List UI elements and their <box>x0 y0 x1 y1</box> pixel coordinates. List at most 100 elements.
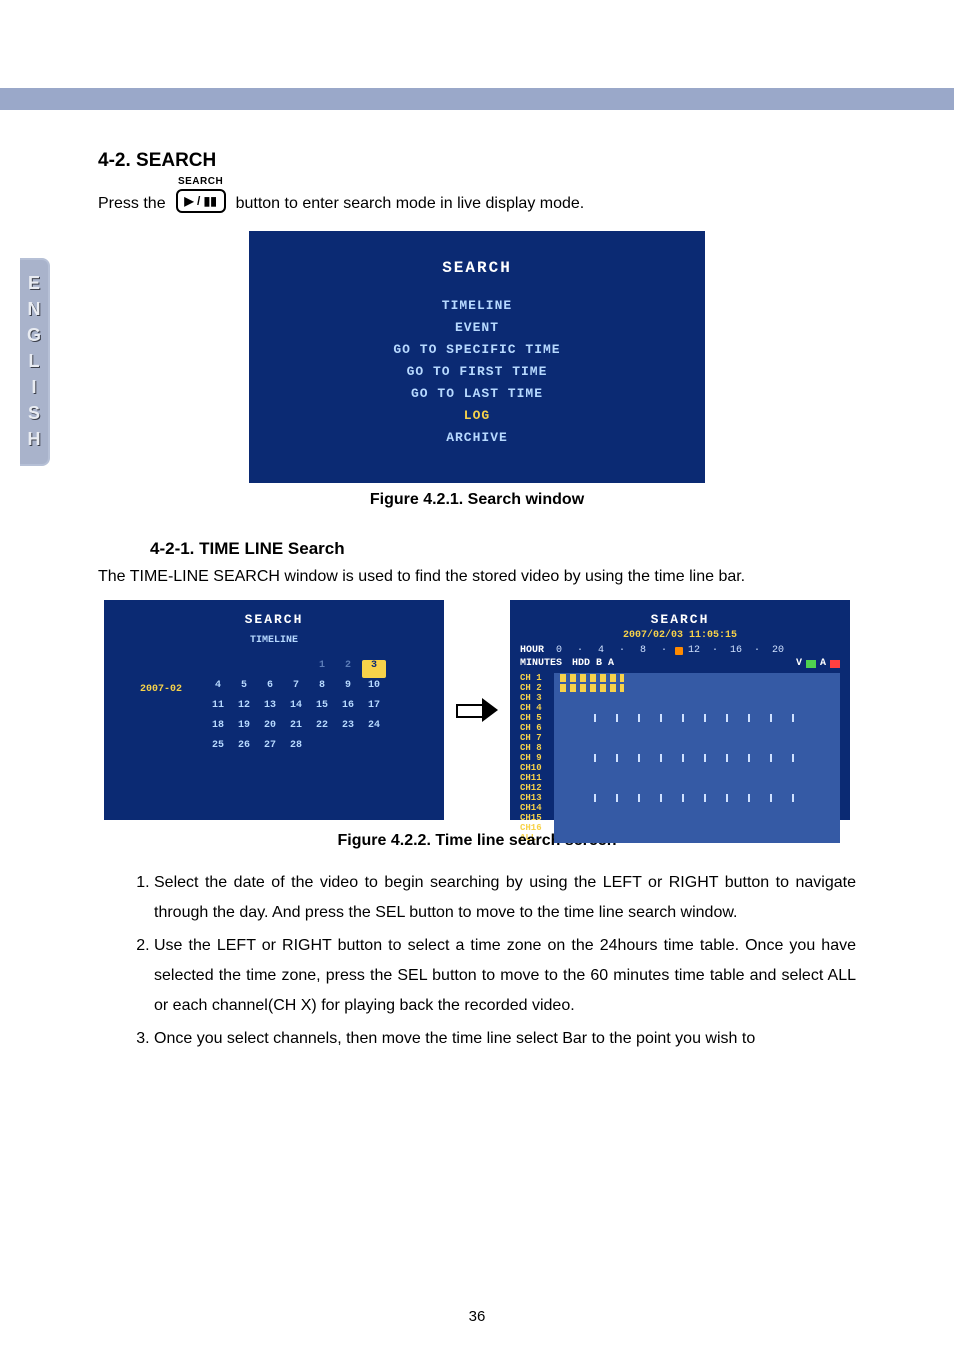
cal-day[interactable] <box>258 660 282 678</box>
cal-day[interactable]: 9 <box>336 680 360 698</box>
ch-bar[interactable] <box>554 823 840 833</box>
cal-day[interactable]: 25 <box>206 740 230 758</box>
search-button-label: SEARCH <box>178 176 223 187</box>
cal-day[interactable]: 18 <box>206 720 230 738</box>
ch-label[interactable]: CH 5 <box>520 713 554 723</box>
ch-bar[interactable] <box>554 673 840 683</box>
hour-tick: 8 <box>633 645 653 656</box>
press-line: Press the SEARCH ▶ / ▮▮ button to enter … <box>98 176 856 213</box>
cal-day[interactable]: 20 <box>258 720 282 738</box>
ch-bar[interactable] <box>554 783 840 793</box>
minutes-label: MINUTES <box>520 658 562 669</box>
menu-item-last[interactable]: GO TO LAST TIME <box>249 383 705 405</box>
cal-day[interactable]: 17 <box>362 700 386 718</box>
cal-day[interactable]: 12 <box>232 700 256 718</box>
ch-bar-all[interactable] <box>554 833 840 843</box>
subsection-heading: 4-2-1. TIME LINE Search <box>150 539 856 559</box>
cal-day[interactable]: 27 <box>258 740 282 758</box>
ch-bar[interactable] <box>554 733 840 743</box>
menu-item-archive[interactable]: ARCHIVE <box>249 427 705 449</box>
cal-day[interactable]: 4 <box>206 680 230 698</box>
lang-letter: L <box>29 348 40 374</box>
cal-day[interactable]: 14 <box>284 700 308 718</box>
cal-day[interactable]: 2 <box>336 660 360 678</box>
hour-tick: 0 <box>549 645 569 656</box>
channel-bars[interactable]: CH 1 CH 2 CH 3 CH 4 CH 5 CH 6 CH 7 CH 8 … <box>520 673 840 843</box>
ch-label[interactable]: CH 7 <box>520 733 554 743</box>
ch-bar[interactable] <box>554 813 840 823</box>
cal-day[interactable]: 6 <box>258 680 282 698</box>
ch-label[interactable]: CH 8 <box>520 743 554 753</box>
cal-day[interactable]: 28 <box>284 740 308 758</box>
cal-day[interactable]: 23 <box>336 720 360 738</box>
cal-day[interactable] <box>310 740 334 758</box>
ch-label[interactable]: CH12 <box>520 783 554 793</box>
cal-day[interactable]: 11 <box>206 700 230 718</box>
cal-day[interactable]: 15 <box>310 700 334 718</box>
ch-bar[interactable] <box>554 793 840 803</box>
page-number: 36 <box>0 1308 954 1325</box>
ch-bar[interactable] <box>554 763 840 773</box>
search-hardware-button: SEARCH ▶ / ▮▮ <box>176 176 226 213</box>
menu-item-log[interactable]: LOG <box>249 405 705 427</box>
ch-label[interactable]: CH13 <box>520 793 554 803</box>
cal-day[interactable]: 26 <box>232 740 256 758</box>
cal-day[interactable] <box>336 740 360 758</box>
menu-item-timeline[interactable]: TIMELINE <box>249 295 705 317</box>
figure-1-caption: Figure 4.2.1. Search window <box>98 491 856 509</box>
ch-bar[interactable] <box>554 803 840 813</box>
ch-bar[interactable] <box>554 773 840 783</box>
lang-letter: S <box>28 400 40 426</box>
lang-letter: G <box>27 322 41 348</box>
ch-bar[interactable] <box>554 693 840 703</box>
calendar-title: SEARCH <box>114 612 434 627</box>
cal-day[interactable]: 8 <box>310 680 334 698</box>
legend-v-icon <box>806 660 816 668</box>
legend-a: A <box>820 658 826 669</box>
calendar-screenshot: SEARCH TIMELINE 2007-02 1 2 3 4 5 6 <box>104 600 444 820</box>
arrow-right-icon <box>456 695 498 725</box>
cal-day[interactable]: 1 <box>310 660 334 678</box>
ch-bar[interactable] <box>554 713 840 723</box>
ch-bar[interactable] <box>554 753 840 763</box>
ch-bar[interactable] <box>554 683 840 693</box>
timeline-screenshot: SEARCH 2007/02/03 11:05:15 HOUR 0 · 4 · … <box>510 600 850 820</box>
cal-day[interactable]: 10 <box>362 680 386 698</box>
ch-label[interactable]: CH14 <box>520 803 554 813</box>
ch-label[interactable]: CH 3 <box>520 693 554 703</box>
ch-label[interactable]: CH 9 <box>520 753 554 763</box>
hour-line[interactable]: HOUR 0 · 4 · 8 · 12 · 16 · 20 <box>520 645 840 656</box>
ch-label[interactable]: CH15 <box>520 813 554 823</box>
press-after: button to enter search mode in live disp… <box>236 195 585 213</box>
cal-day[interactable]: 7 <box>284 680 308 698</box>
hour-tick: 20 <box>768 645 788 656</box>
ch-label[interactable]: CH 4 <box>520 703 554 713</box>
ch-bar[interactable] <box>554 703 840 713</box>
menu-item-first[interactable]: GO TO FIRST TIME <box>249 361 705 383</box>
press-before: Press the <box>98 195 166 213</box>
cal-day-selected[interactable]: 3 <box>362 660 386 678</box>
calendar-grid[interactable]: 1 2 3 4 5 6 7 8 9 10 11 12 13 14 <box>206 660 386 758</box>
cal-day[interactable] <box>284 660 308 678</box>
cal-day[interactable]: 5 <box>232 680 256 698</box>
ch-label[interactable]: CH10 <box>520 763 554 773</box>
ch-bar[interactable] <box>554 723 840 733</box>
ch-label[interactable]: CH 1 <box>520 673 554 683</box>
menu-item-event[interactable]: EVENT <box>249 317 705 339</box>
hour-marker-icon[interactable] <box>675 647 683 655</box>
ch-label[interactable]: CH11 <box>520 773 554 783</box>
cal-day[interactable] <box>232 660 256 678</box>
ch-bar[interactable] <box>554 743 840 753</box>
cal-day[interactable]: 22 <box>310 720 334 738</box>
menu-item-specific[interactable]: GO TO SPECIFIC TIME <box>249 339 705 361</box>
cal-day[interactable]: 13 <box>258 700 282 718</box>
timeline-intro: The TIME-LINE SEARCH window is used to f… <box>98 565 856 588</box>
cal-day[interactable]: 16 <box>336 700 360 718</box>
ch-label[interactable]: CH 2 <box>520 683 554 693</box>
ch-label[interactable]: CH 6 <box>520 723 554 733</box>
lang-letter: I <box>31 374 36 400</box>
cal-day[interactable]: 19 <box>232 720 256 738</box>
cal-day[interactable]: 24 <box>362 720 386 738</box>
cal-day[interactable] <box>362 740 386 758</box>
cal-day[interactable]: 21 <box>284 720 308 738</box>
